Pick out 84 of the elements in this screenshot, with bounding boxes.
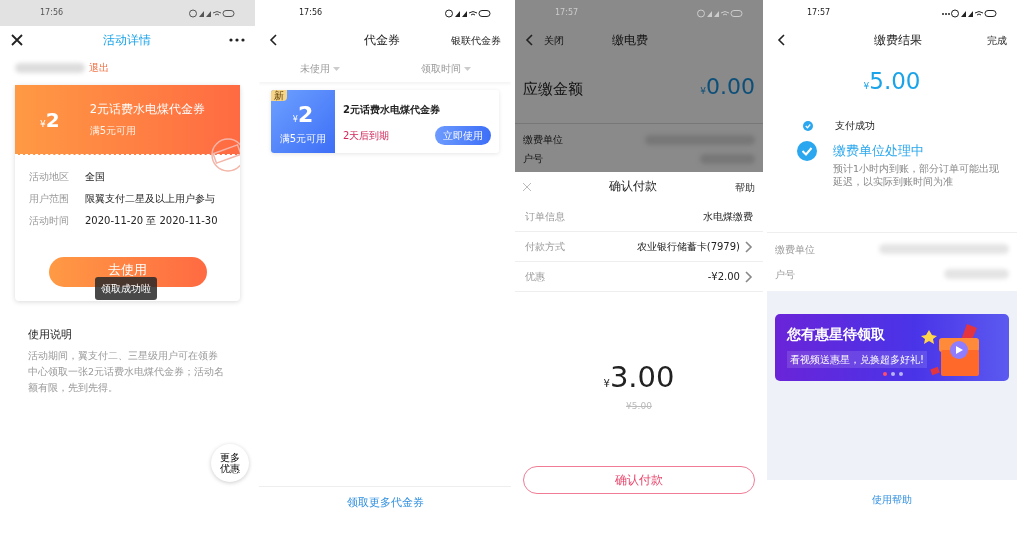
info-label: 活动时间: [29, 213, 70, 228]
new-badge: 新: [271, 90, 287, 101]
row-label: 付款方式: [525, 240, 565, 254]
close-link[interactable]: 关闭: [544, 32, 564, 48]
voucher-amount: 2: [297, 100, 314, 129]
currency-sign: ¥: [863, 81, 870, 91]
info-value: 2020-11-20 至 2020-11-30: [85, 213, 218, 228]
row-label: 订单信息: [525, 210, 565, 224]
field-label: 户号: [523, 152, 543, 166]
page-title: 代金券: [363, 32, 400, 49]
chevron-right-icon: [744, 270, 753, 283]
carousel-dot[interactable]: [891, 371, 895, 376]
info-value: 限翼支付二星及以上用户参与: [85, 191, 215, 206]
blurred-block: [944, 269, 1009, 280]
currency-sign: ¥: [292, 114, 298, 126]
more-offers-button[interactable]: 更多优惠: [211, 444, 249, 482]
banner-subtitle: 看视频送惠星，兑换超多好礼!: [787, 350, 927, 368]
step-note: 预计1小时内到账，部分订单可能出现延迟，以实际到账时间为准: [833, 163, 1001, 188]
section-title: 使用说明: [28, 327, 73, 342]
logout-link[interactable]: 退出: [89, 60, 109, 75]
check-circle-icon: [797, 140, 817, 161]
pay-amount: 3.00: [609, 360, 675, 394]
status-icons-drawing: [941, 8, 997, 18]
chevron-right-icon: [744, 240, 753, 253]
field-label: 缴费单位: [523, 133, 563, 147]
coupon-condition: 满5元可用: [89, 123, 138, 138]
currency-sign: ¥: [603, 378, 610, 389]
status-icons-drawing: [189, 8, 235, 18]
more-icon: [229, 38, 245, 42]
row-value: -¥2.00: [707, 270, 740, 284]
currency-sign: ¥: [40, 117, 46, 131]
filter-dropdown[interactable]: 未使用: [299, 60, 340, 76]
coupon-name: 2元话费水电煤代金券: [89, 101, 205, 119]
caret-icon: [332, 66, 340, 71]
step-title: 支付成功: [835, 118, 875, 133]
field-label: 缴费单位: [775, 242, 815, 257]
banner-title: 您有惠星待领取: [787, 324, 886, 344]
row-value: 农业银行储蓄卡(7979): [636, 240, 740, 254]
done-link[interactable]: 完成: [987, 32, 1007, 48]
check-circle-icon: [803, 120, 813, 131]
info-label: 活动地区: [29, 169, 70, 184]
status-icons-drawing: [445, 8, 491, 18]
status-time: 17:57: [555, 7, 579, 19]
info-value: 全国: [85, 169, 105, 184]
sheet-title: 确认付款: [609, 178, 657, 196]
promo-banner[interactable]: 您有惠星待领取 看视频送惠星，兑换超多好礼!: [775, 313, 1009, 381]
step-title: 缴费单位处理中: [833, 141, 925, 160]
confirm-payment-button[interactable]: 确认付款: [523, 466, 755, 494]
voucher-condition: 满5元可用: [279, 131, 327, 146]
use-now-button[interactable]: 立即使用: [435, 126, 491, 145]
blurred-block: [15, 62, 85, 73]
page-title: 缴电费: [612, 32, 648, 49]
status-icons-drawing: [697, 8, 743, 18]
status-time: 17:56: [40, 7, 64, 19]
amount-due-label: 应缴金额: [523, 79, 583, 100]
coupon-amount: 2: [45, 106, 60, 134]
original-price: ¥5.00: [625, 399, 653, 413]
row-label: 优惠: [525, 270, 545, 284]
help-link[interactable]: 帮助: [735, 179, 755, 195]
status-time: 17:56: [299, 7, 323, 19]
due-amount: 0.00: [706, 74, 755, 99]
more-vouchers-link[interactable]: 领取更多代金券: [346, 496, 424, 509]
close-icon: [523, 183, 531, 191]
close-icon: [10, 33, 24, 47]
back-icon: [777, 34, 786, 46]
paid-amount: 5.00: [869, 68, 921, 94]
caret-icon: [463, 66, 471, 71]
help-link[interactable]: 使用帮助: [872, 494, 912, 505]
page-title: 缴费结果: [873, 32, 922, 49]
info-label: 用户范围: [29, 191, 70, 206]
carousel-dot[interactable]: [883, 371, 887, 376]
row-value: 水电煤缴费: [703, 210, 753, 224]
expiry-text: 2天后到期: [343, 129, 390, 143]
status-time: 17:57: [807, 7, 831, 19]
back-icon: [525, 34, 534, 46]
field-label: 户号: [775, 267, 795, 282]
currency-sign: ¥: [700, 86, 706, 96]
filter-dropdown[interactable]: 领取时间: [420, 60, 471, 76]
page-title: 活动详情: [102, 32, 151, 49]
voucher-name: 2元话费水电煤代金券: [343, 103, 441, 117]
union-voucher-link[interactable]: 银联代金券: [451, 32, 501, 48]
back-icon: [269, 34, 278, 46]
toast-message: 领取成功啦: [95, 277, 157, 300]
carousel-dot[interactable]: [899, 371, 903, 376]
